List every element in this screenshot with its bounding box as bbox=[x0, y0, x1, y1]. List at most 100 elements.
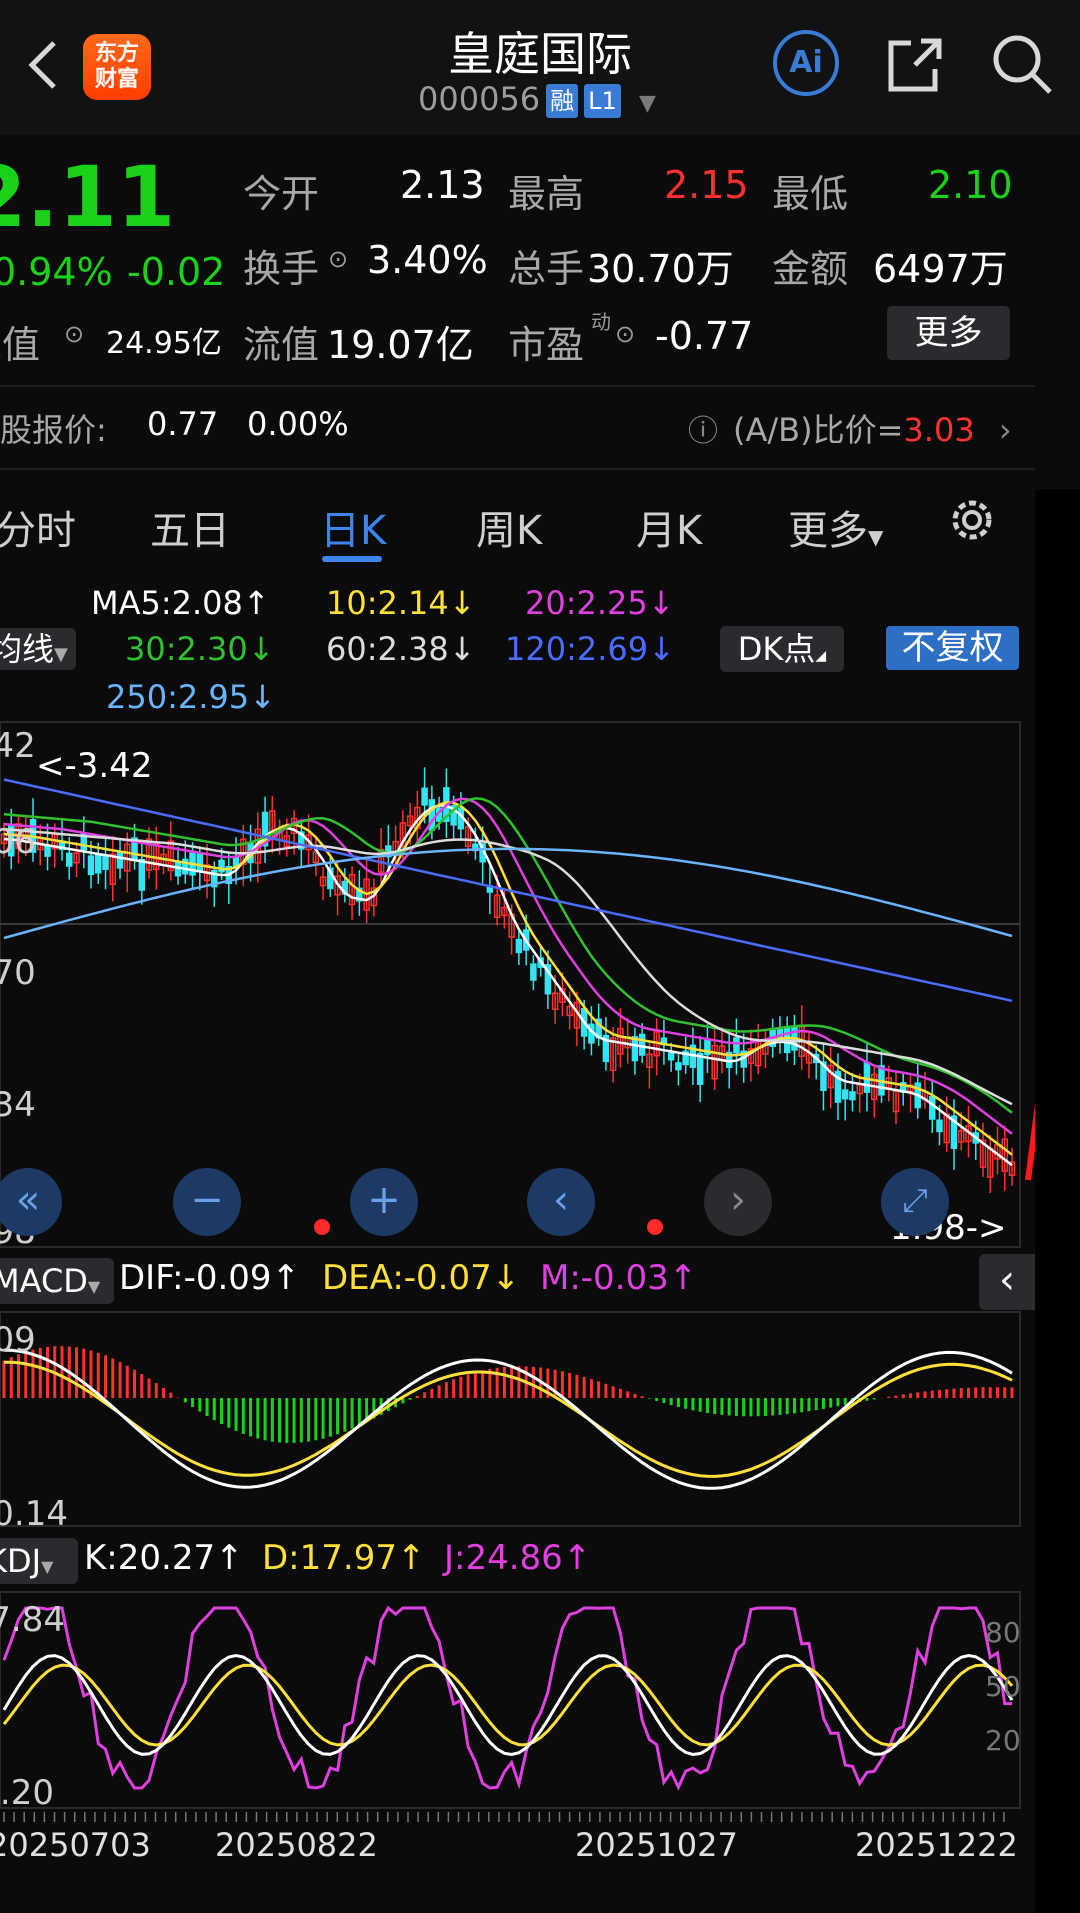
candlestick bbox=[885, 1077, 892, 1089]
scroll-right-button[interactable]: › bbox=[704, 1168, 772, 1236]
candlestick bbox=[414, 806, 421, 830]
candlestick bbox=[994, 1143, 1001, 1160]
candlestick bbox=[609, 1037, 617, 1072]
candlestick bbox=[907, 1084, 914, 1092]
tab-intraday[interactable]: 分时 bbox=[0, 498, 76, 556]
amount-label: 金额 bbox=[772, 247, 849, 291]
kdj-k-text: K:20.27 bbox=[84, 1538, 216, 1578]
candlestick bbox=[319, 876, 327, 887]
settings-gear-icon[interactable] bbox=[946, 494, 998, 546]
candlestick bbox=[899, 1082, 907, 1093]
candlestick bbox=[841, 1089, 849, 1100]
macd-dea: DEA:-0.07↓ bbox=[322, 1258, 521, 1298]
ai-button[interactable]: Ai bbox=[773, 30, 839, 96]
macd-m-text: M:-0.03 bbox=[540, 1258, 669, 1298]
tab-monthly-k[interactable]: 月K bbox=[636, 498, 702, 556]
high-marker-label: <-3.42 bbox=[36, 746, 152, 786]
dropdown-icon[interactable]: ▼ bbox=[639, 91, 656, 116]
share-icon[interactable] bbox=[885, 35, 945, 95]
candlestick bbox=[334, 875, 341, 896]
last-price: 2.11 bbox=[0, 148, 176, 246]
tab-daily-k[interactable]: 日K bbox=[320, 498, 386, 556]
search-icon[interactable] bbox=[990, 32, 1054, 96]
candlestick bbox=[66, 852, 73, 867]
info-icon[interactable]: ⊙ bbox=[615, 320, 635, 348]
candlestick bbox=[160, 853, 167, 866]
candlestick bbox=[203, 864, 211, 882]
kline-y-label: 1.70 bbox=[0, 953, 36, 993]
candlestick bbox=[653, 1031, 660, 1057]
caret-down-icon: ▼ bbox=[87, 1277, 101, 1296]
candlestick bbox=[145, 838, 153, 871]
macd-selector[interactable]: MACD▼ bbox=[0, 1258, 114, 1304]
ma60-value: 60:2.38↓ bbox=[326, 630, 476, 668]
low-label: 最低 bbox=[772, 172, 849, 216]
candlestick bbox=[80, 833, 88, 853]
scroll-left-fast-button[interactable]: « bbox=[0, 1168, 62, 1236]
stock-code: 000056 bbox=[418, 80, 541, 118]
tab-weekly-k[interactable]: 周K bbox=[476, 498, 542, 556]
candlestick bbox=[464, 825, 472, 848]
candlestick bbox=[711, 1044, 718, 1080]
candlestick bbox=[116, 852, 124, 869]
ma10-text: 10:2.14 bbox=[326, 584, 449, 622]
ma120-value: 120:2.69↓ bbox=[505, 630, 675, 668]
candlestick bbox=[399, 822, 407, 847]
kline-y-label: 2.06 bbox=[0, 822, 36, 862]
info-icon[interactable]: ⊙ bbox=[64, 320, 84, 348]
candlestick bbox=[530, 963, 537, 981]
candlestick bbox=[1008, 1161, 1016, 1177]
candlestick bbox=[740, 1050, 747, 1068]
kdj-selector[interactable]: KDJ▼ bbox=[0, 1538, 78, 1584]
ma5-line bbox=[3, 804, 1013, 1167]
tab-five-day[interactable]: 五日 bbox=[150, 498, 230, 556]
candlestick bbox=[218, 859, 225, 873]
pe-dynamic-mark: 动 bbox=[591, 310, 611, 334]
macd-dif-line bbox=[3, 1348, 1013, 1490]
scroll-left-button[interactable]: ‹ bbox=[527, 1168, 595, 1236]
candlestick bbox=[232, 857, 240, 868]
help-icon[interactable]: ⓘ bbox=[688, 406, 718, 450]
candlestick bbox=[892, 1090, 900, 1113]
candlestick bbox=[566, 1005, 573, 1017]
open-value: 2.13 bbox=[400, 163, 485, 207]
ab-ratio[interactable]: (A/B)比价=3.03 › bbox=[733, 405, 1012, 451]
kline-y-label: 2.42 bbox=[0, 726, 36, 766]
candlestick bbox=[762, 1044, 769, 1055]
candlestick bbox=[174, 861, 182, 877]
ma20-value: 20:2.25↓ bbox=[525, 584, 675, 622]
zoom-in-button[interactable]: + bbox=[350, 1168, 418, 1236]
ma30-text: 30:2.30 bbox=[125, 630, 248, 668]
fullscreen-button[interactable]: ⤢ bbox=[881, 1168, 949, 1236]
zoom-out-button[interactable]: − bbox=[173, 1168, 241, 1236]
price-adjust-button[interactable]: 不复权 bbox=[886, 626, 1019, 670]
ma20-line bbox=[3, 797, 1013, 1135]
dk-point-selector[interactable]: DK点◢ bbox=[720, 626, 844, 672]
volume-label: 总手 bbox=[508, 247, 585, 291]
tab-more[interactable]: 更多▼ bbox=[788, 498, 883, 556]
candlestick bbox=[508, 913, 515, 938]
candlestick bbox=[805, 1052, 813, 1064]
ma250-text: 250:2.95 bbox=[106, 678, 250, 716]
candlestick bbox=[588, 1023, 595, 1044]
turnover-value: 3.40% bbox=[367, 238, 488, 282]
candlestick bbox=[225, 865, 233, 885]
more-quote-button[interactable]: 更多 bbox=[887, 306, 1010, 360]
candlestick bbox=[298, 831, 305, 850]
change-amount: -0.02 bbox=[127, 250, 226, 294]
candlestick bbox=[863, 1061, 871, 1093]
collapse-panel-button[interactable]: ‹ bbox=[979, 1254, 1035, 1310]
kdj-j: J:24.86↑ bbox=[444, 1538, 592, 1578]
candlestick bbox=[870, 1073, 878, 1101]
candlestick bbox=[522, 929, 530, 951]
kdj-j-line bbox=[2, 1605, 1012, 1791]
candlestick bbox=[95, 853, 102, 874]
ma-type-selector[interactable]: 均线▼ bbox=[0, 628, 76, 670]
candlestick bbox=[348, 873, 356, 906]
candlestick bbox=[196, 853, 204, 873]
dk-point-label: DK点 bbox=[737, 630, 816, 668]
candlestick bbox=[167, 840, 175, 872]
candlestick bbox=[573, 1001, 581, 1029]
info-icon[interactable]: ⊙ bbox=[328, 245, 348, 273]
candlestick bbox=[493, 894, 501, 918]
